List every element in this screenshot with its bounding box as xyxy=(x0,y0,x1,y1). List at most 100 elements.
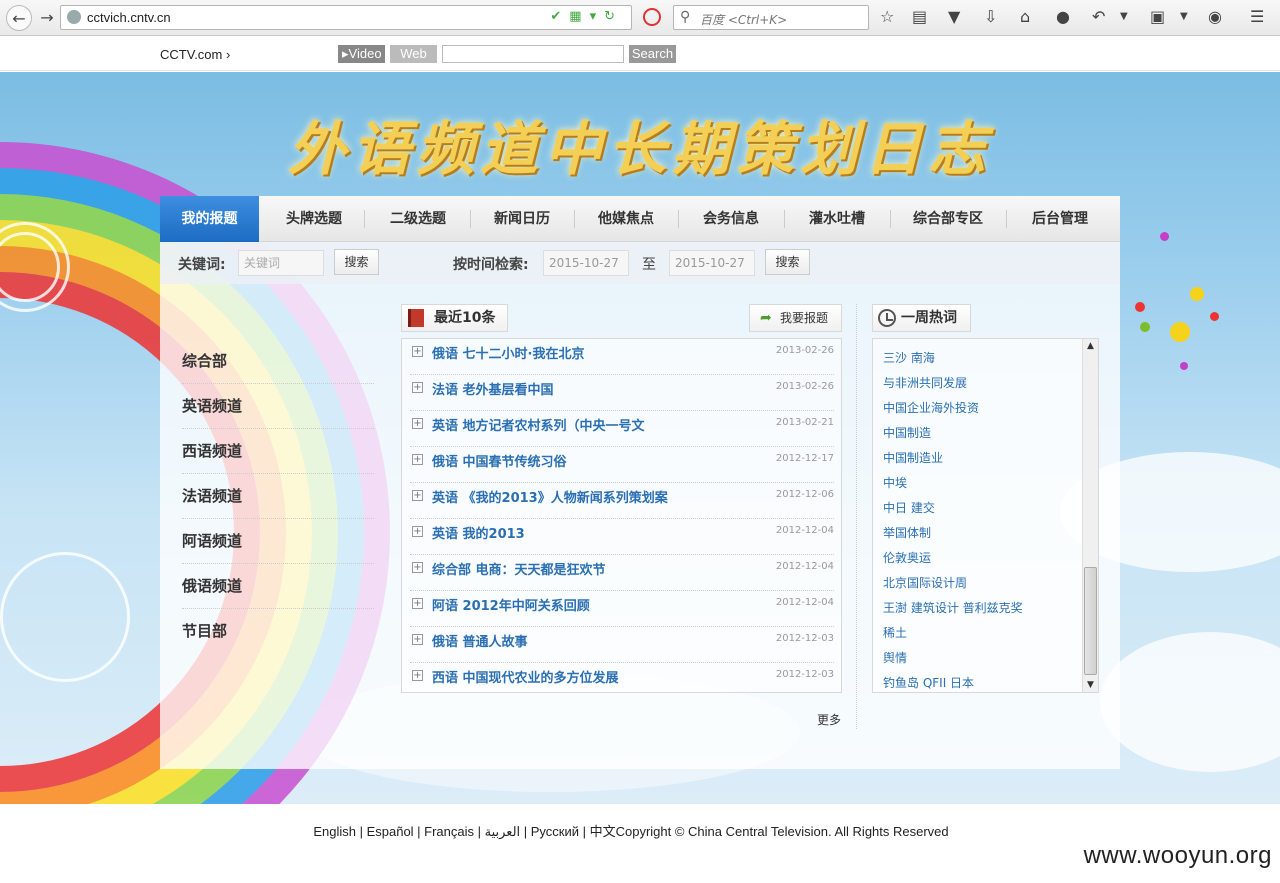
nav-item-meeting-info[interactable]: 会务信息 xyxy=(678,196,784,242)
news-title[interactable]: 俄语 七十二小时·我在北京 xyxy=(432,343,584,362)
news-title[interactable]: 俄语 中国春节传统习俗 xyxy=(432,451,567,470)
nav-item-other-media[interactable]: 他媒焦点 xyxy=(574,196,678,242)
hot-word[interactable]: 三沙 南海 xyxy=(883,349,935,366)
forward-arrow-icon[interactable]: → xyxy=(34,5,60,31)
news-title[interactable]: 俄语 普通人故事 xyxy=(432,631,528,650)
speech-bubble-icon[interactable]: ◉ xyxy=(1208,8,1222,26)
cctv-search-button[interactable]: Search xyxy=(629,45,676,63)
web-tab[interactable]: Web xyxy=(390,45,437,63)
news-title[interactable]: 英语 《我的2013》人物新闻系列策划案 xyxy=(432,487,668,506)
expand-icon[interactable]: + xyxy=(412,454,423,465)
expand-icon[interactable]: + xyxy=(412,346,423,357)
list-item[interactable]: + 俄语 中国春节传统习俗 2012-12-17 xyxy=(410,447,834,483)
news-date: 2012-12-04 xyxy=(775,525,834,536)
hot-word[interactable]: 中国制造业 xyxy=(883,449,943,466)
cctv-home-link[interactable]: CCTV.com › xyxy=(160,47,230,62)
hot-word[interactable]: 钓鱼岛 QFII 日本 xyxy=(883,674,974,691)
category-english[interactable]: 英语频道 xyxy=(182,384,374,429)
expand-icon[interactable]: + xyxy=(412,634,423,645)
expand-icon[interactable]: + xyxy=(412,490,423,501)
crop-icon[interactable]: ▣ xyxy=(1150,8,1165,26)
dropdown-icon[interactable]: ▼ xyxy=(1120,8,1128,26)
list-item[interactable]: + 俄语 七十二小时·我在北京 2013-02-26 xyxy=(410,339,834,375)
time-search-button[interactable]: 搜索 xyxy=(765,249,810,275)
news-date: 2012-12-17 xyxy=(775,453,834,464)
main-panel: 我的报题 头牌选题 二级选题 新闻日历 他媒焦点 会务信息 灌水吐槽 综合部专区… xyxy=(160,196,1120,769)
expand-icon[interactable]: + xyxy=(412,670,423,681)
scroll-up-icon[interactable]: ▲ xyxy=(1083,339,1098,353)
list-item[interactable]: + 英语 地方记者农村系列（中央一号文 2013-02-21 xyxy=(410,411,834,447)
expand-icon[interactable]: + xyxy=(412,598,423,609)
block-icon[interactable] xyxy=(643,8,661,26)
scrollbar-thumb[interactable] xyxy=(1084,567,1097,675)
nav-item-my-reports[interactable]: 我的报题 xyxy=(160,196,259,242)
news-title[interactable]: 综合部 电商：天天都是狂欢节 xyxy=(432,559,606,578)
address-bar[interactable]: cctvich.cntv.cn ✔▦▾↻ xyxy=(60,5,632,30)
more-link[interactable]: 更多 xyxy=(817,711,841,728)
category-french[interactable]: 法语频道 xyxy=(182,474,374,519)
browser-toolbar: ← → cctvich.cntv.cn ✔▦▾↻ ⚲ 百度 <Ctrl+K> ☆… xyxy=(0,0,1280,36)
hot-word[interactable]: 王澍 建筑设计 普利兹克奖 xyxy=(883,599,1023,616)
list-item[interactable]: + 西语 中国现代农业的多方位发展 2012-12-03 xyxy=(410,663,834,699)
download-icon[interactable]: ⇩ xyxy=(984,8,997,26)
category-arabic[interactable]: 阿语频道 xyxy=(182,519,374,564)
hot-word[interactable]: 稀土 xyxy=(883,624,907,641)
undo-icon[interactable]: ↶ xyxy=(1092,8,1105,26)
nav-item-headline-topics[interactable]: 头牌选题 xyxy=(259,196,369,242)
back-arrow-icon[interactable]: ← xyxy=(6,5,32,31)
hot-word[interactable]: 中日 建交 xyxy=(883,499,935,516)
hot-word[interactable]: 北京国际设计周 xyxy=(883,574,967,591)
home-icon[interactable]: ⌂ xyxy=(1020,8,1030,26)
chat-icon[interactable]: ● xyxy=(1056,8,1070,26)
news-title[interactable]: 英语 我的2013 xyxy=(432,523,525,542)
date-to-input[interactable]: 2015-10-27 xyxy=(669,250,755,276)
nav-item-general-dept[interactable]: 综合部专区 xyxy=(890,196,1006,242)
news-title[interactable]: 西语 中国现代农业的多方位发展 xyxy=(432,667,619,686)
scrollbar[interactable]: ▲ ▼ xyxy=(1082,339,1098,692)
hot-word[interactable]: 中国企业海外投资 xyxy=(883,399,979,416)
scroll-down-icon[interactable]: ▼ xyxy=(1083,678,1098,692)
expand-icon[interactable]: + xyxy=(412,382,423,393)
news-title[interactable]: 英语 地方记者农村系列（中央一号文 xyxy=(432,415,645,434)
category-russian[interactable]: 俄语频道 xyxy=(182,564,374,609)
keyword-search-button[interactable]: 搜索 xyxy=(334,249,379,275)
list-item[interactable]: + 阿语 2012年中阿关系回顾 2012-12-04 xyxy=(410,591,834,627)
video-tab[interactable]: ▸Video xyxy=(338,45,385,63)
list-item[interactable]: + 英语 我的2013 2012-12-04 xyxy=(410,519,834,555)
date-from-input[interactable]: 2015-10-27 xyxy=(543,250,629,276)
pocket-icon[interactable]: ▼ xyxy=(948,8,960,26)
hot-word[interactable]: 举国体制 xyxy=(883,524,931,541)
category-programs[interactable]: 节目部 xyxy=(182,609,374,654)
hot-word[interactable]: 与非洲共同发展 xyxy=(883,374,967,391)
hot-word[interactable]: 中国制造 xyxy=(883,424,931,441)
browser-search-box[interactable]: ⚲ 百度 <Ctrl+K> xyxy=(673,5,869,30)
reading-list-icon[interactable]: ▤ xyxy=(912,8,927,26)
menu-icon[interactable]: ☰ xyxy=(1250,8,1264,26)
category-spanish[interactable]: 西语频道 xyxy=(182,429,374,474)
expand-icon[interactable]: + xyxy=(412,418,423,429)
nav-item-secondary-topics[interactable]: 二级选题 xyxy=(366,196,470,242)
star-icon[interactable]: ☆ xyxy=(880,8,894,26)
list-item[interactable]: + 英语 《我的2013》人物新闻系列策划案 2012-12-06 xyxy=(410,483,834,519)
category-general[interactable]: 综合部 xyxy=(182,339,374,384)
news-title[interactable]: 阿语 2012年中阿关系回顾 xyxy=(432,595,590,614)
news-title[interactable]: 法语 老外基层看中国 xyxy=(432,379,554,398)
hot-word[interactable]: 舆情 xyxy=(883,649,907,666)
expand-icon[interactable]: + xyxy=(412,562,423,573)
nav-item-news-calendar[interactable]: 新闻日历 xyxy=(470,196,574,242)
nav-item-chat[interactable]: 灌水吐槽 xyxy=(784,196,890,242)
report-topic-button[interactable]: ➦ 我要报题 xyxy=(749,304,842,332)
list-item[interactable]: + 综合部 电商：天天都是狂欢节 2012-12-04 xyxy=(410,555,834,591)
dropdown-icon[interactable]: ▼ xyxy=(1180,8,1188,26)
keyword-label: 关键词: xyxy=(178,257,226,273)
cctv-search-input[interactable] xyxy=(442,45,624,63)
keyword-input[interactable]: 关键词 xyxy=(238,250,324,276)
hot-word[interactable]: 伦敦奥运 xyxy=(883,549,931,566)
hot-word[interactable]: 中埃 xyxy=(883,474,907,491)
nav-item-admin[interactable]: 后台管理 xyxy=(1006,196,1114,242)
list-item[interactable]: + 俄语 普通人故事 2012-12-03 xyxy=(410,627,834,663)
cloud xyxy=(1100,632,1280,772)
address-bar-icons[interactable]: ✔▦▾↻ xyxy=(550,9,623,24)
list-item[interactable]: + 法语 老外基层看中国 2013-02-26 xyxy=(410,375,834,411)
expand-icon[interactable]: + xyxy=(412,526,423,537)
